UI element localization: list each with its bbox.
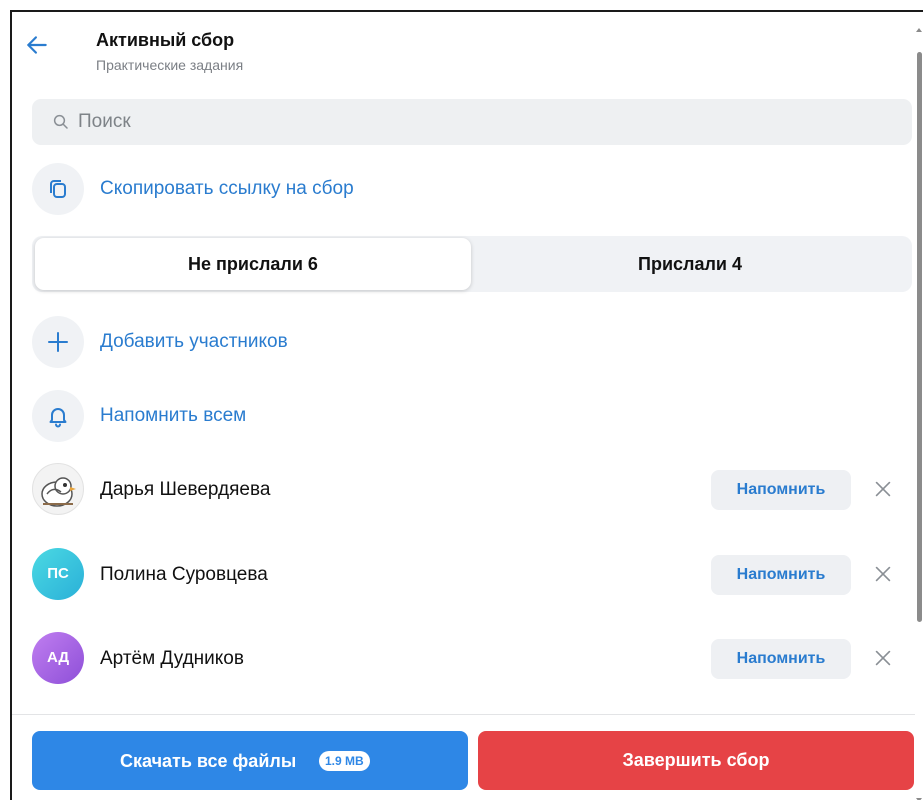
copy-link-action[interactable]: Скопировать ссылку на сбор [32,163,532,215]
remind-button[interactable]: Напомнить [711,470,851,510]
footer-divider [12,714,915,715]
participant-row: АД Артём Дудников Напомнить [32,632,902,686]
remind-button[interactable]: Напомнить [711,555,851,595]
plus-icon [48,332,68,352]
avatar: АД [32,632,84,684]
copy-link-label: Скопировать ссылку на сбор [100,178,354,199]
remove-participant-button[interactable] [872,563,894,585]
back-button[interactable] [24,32,54,62]
file-size-badge: 1.9 MB [319,751,370,771]
bell-icon-circle [32,390,84,442]
finish-collection-button[interactable]: Завершить сбор [478,731,914,790]
scrollbar[interactable] [915,12,923,800]
participant-name: Дарья Шевердяева [100,479,271,500]
search-input[interactable] [78,99,878,145]
search-icon [53,114,68,129]
download-all-label: Скачать все файлы [120,751,297,771]
remind-button[interactable]: Напомнить [711,639,851,679]
remind-all-label: Напомнить всем [100,405,247,426]
download-all-button[interactable]: Скачать все файлы 1.9 MB [32,731,468,790]
scroll-up-arrow-icon[interactable] [915,26,923,34]
add-participants-action[interactable]: Добавить участников [32,316,532,368]
close-icon [875,566,891,582]
header: Активный сбор Практические задания [22,22,882,74]
copy-icon-circle [32,163,84,215]
remove-participant-button[interactable] [872,647,894,669]
bird-avatar-icon [41,477,76,507]
arrow-left-icon [27,36,47,54]
page-subtitle: Практические задания [96,57,244,73]
close-icon [875,481,891,497]
tab-not-sent[interactable]: Не прислали 6 [35,238,471,290]
participant-row: Дарья Шевердяева Напомнить [32,463,902,517]
bell-icon [49,408,67,428]
tab-sent[interactable]: Прислали 4 [472,238,908,290]
search-bar[interactable] [32,99,912,145]
close-icon [875,650,891,666]
copy-icon [50,180,66,198]
avatar [32,463,84,515]
remind-all-action[interactable]: Напомнить всем [32,390,532,442]
avatar: ПС [32,548,84,600]
tabs: Не прислали 6 Прислали 4 [32,236,912,292]
participant-name: Полина Суровцева [100,564,268,585]
participant-name: Артём Дудников [100,648,244,669]
scroll-down-arrow-icon[interactable] [915,796,923,800]
participant-row: ПС Полина Суровцева Напомнить [32,548,902,602]
plus-icon-circle [32,316,84,368]
add-participants-label: Добавить участников [100,331,288,352]
page-title: Активный сбор [96,30,235,50]
remove-participant-button[interactable] [872,478,894,500]
scroll-thumb[interactable] [917,52,922,622]
